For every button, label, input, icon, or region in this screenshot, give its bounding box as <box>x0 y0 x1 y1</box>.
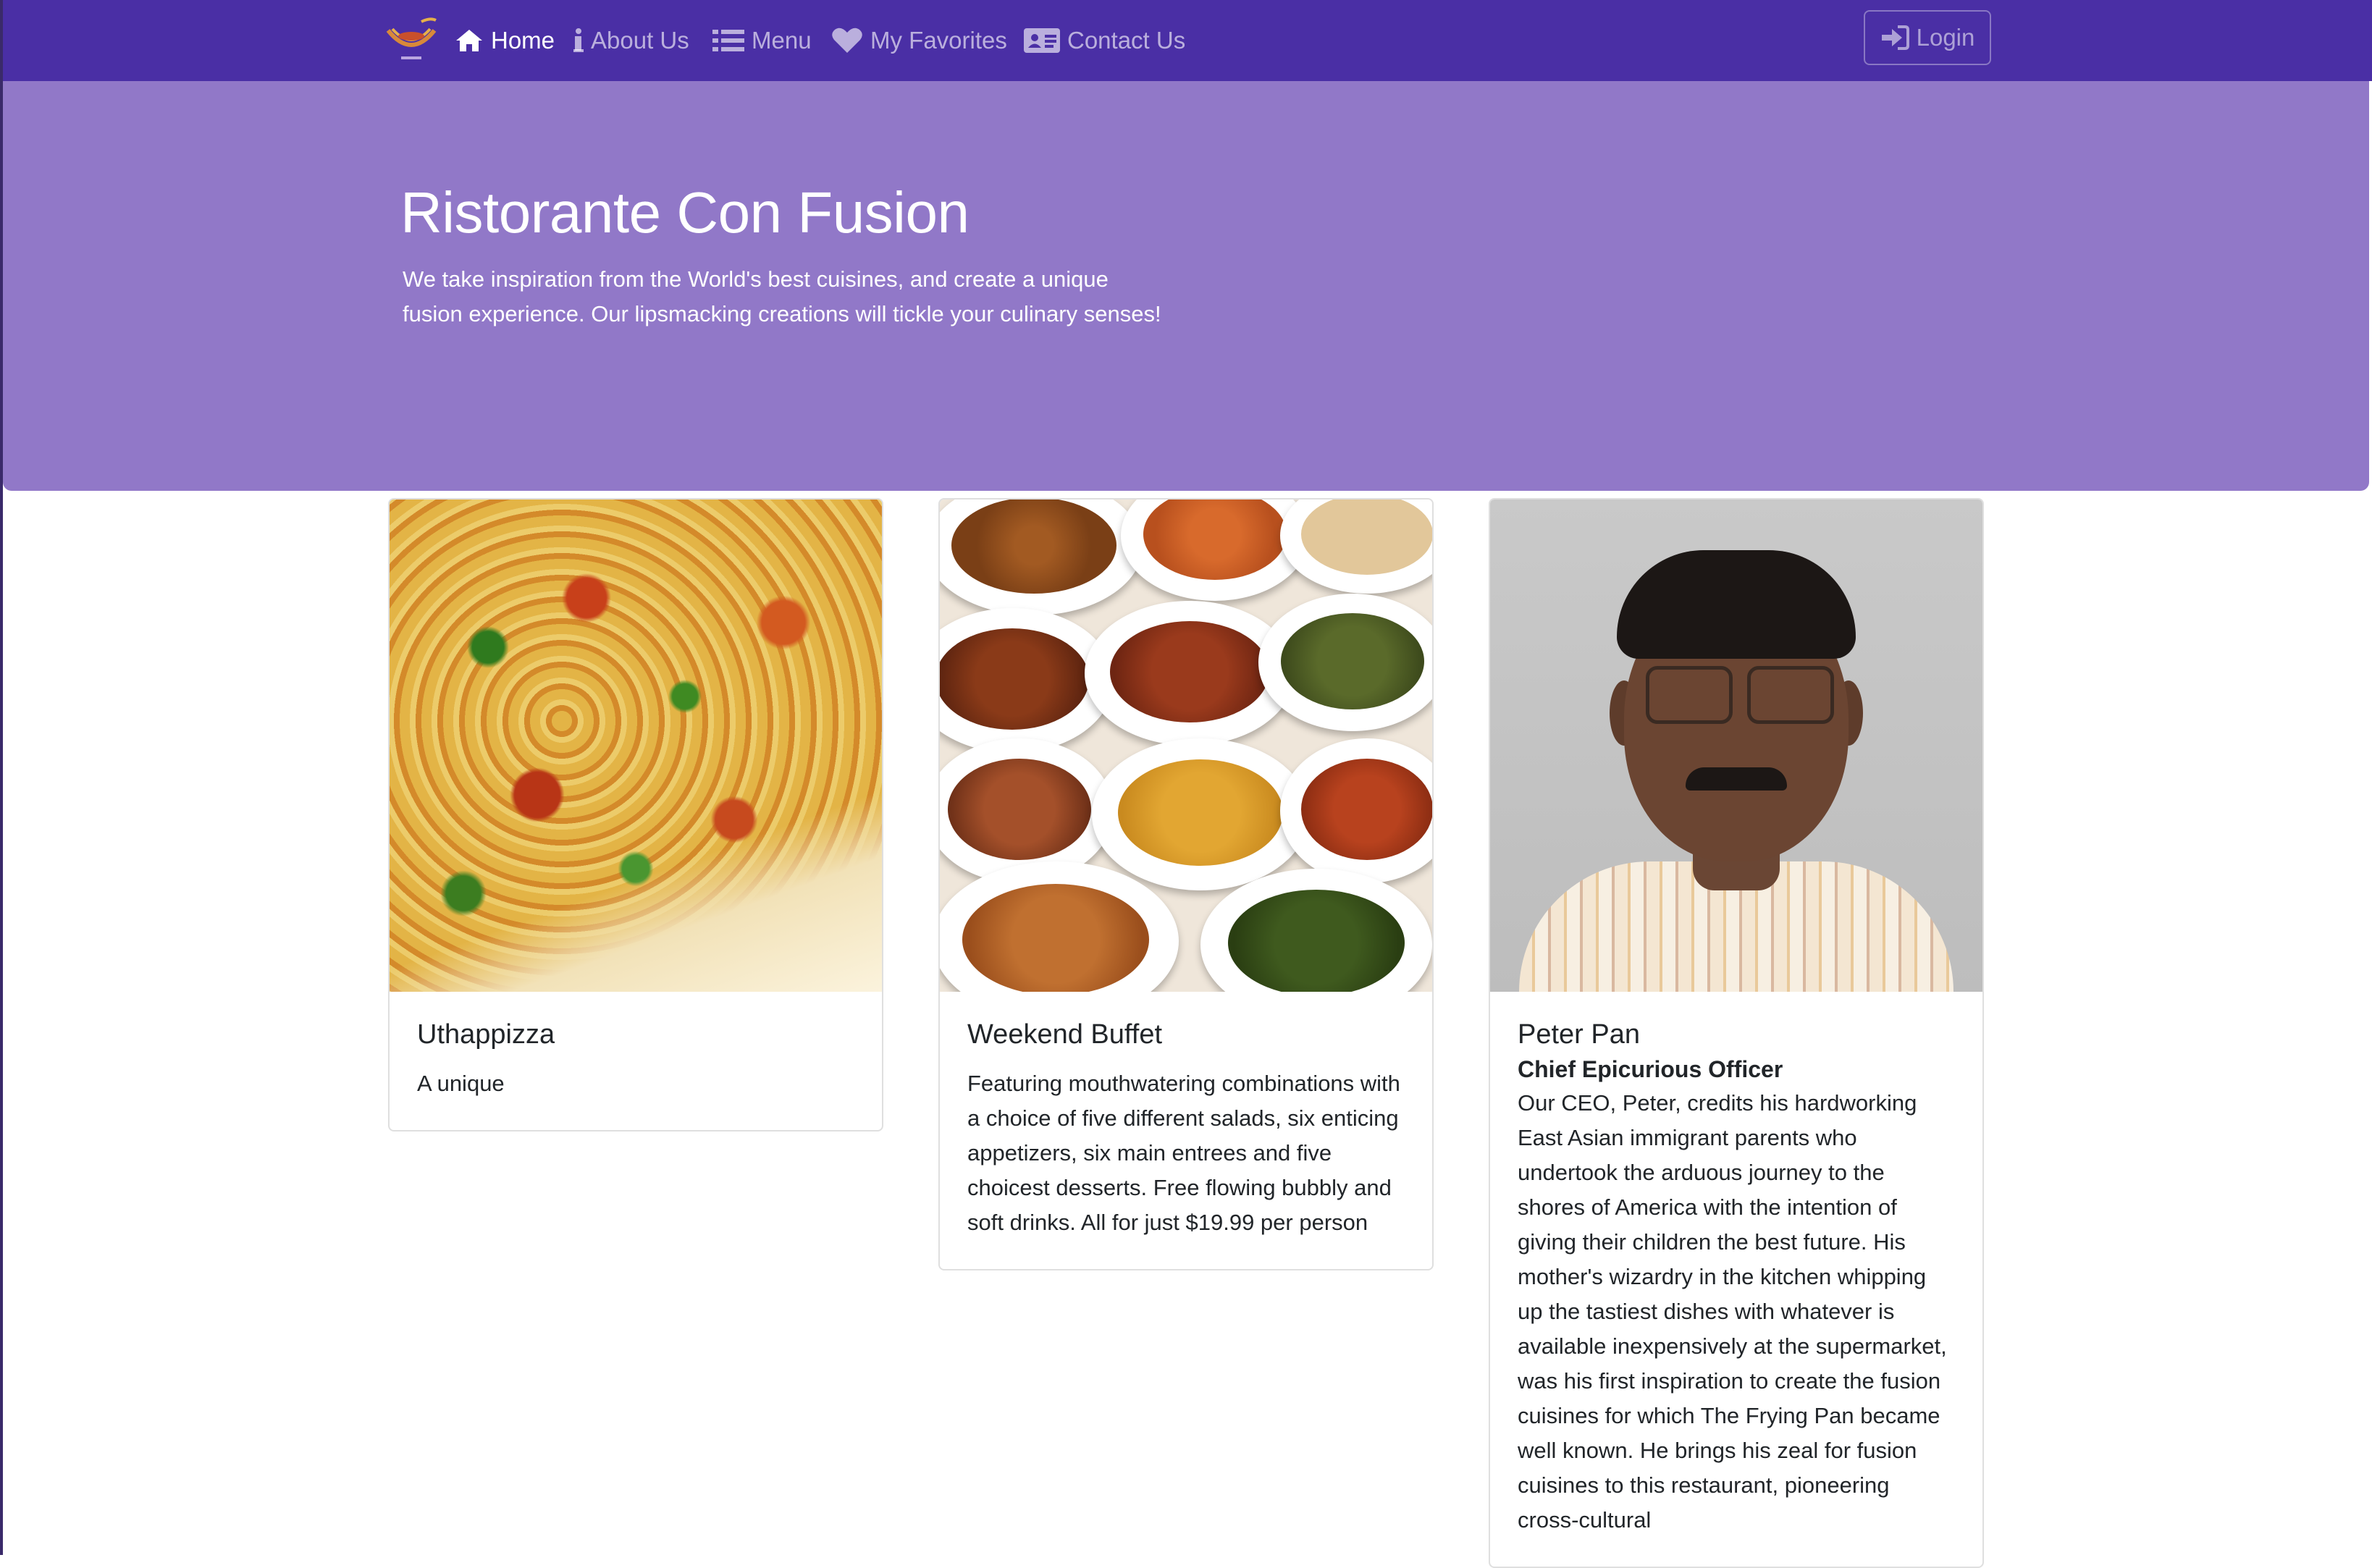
jumbotron <box>3 81 2369 491</box>
hero-description: We take inspiration from the World's bes… <box>403 266 1161 326</box>
nav-about-us[interactable]: About Us <box>573 20 689 61</box>
card-body: Peter Pan Chief Epicurious Officer Our C… <box>1490 992 1982 1567</box>
promotion-card: Weekend Buffet Featuring mouthwatering c… <box>938 498 1434 1270</box>
nav-home-label: Home <box>491 27 555 54</box>
list-icon <box>712 30 744 51</box>
nav-my-favorites[interactable]: My Favorites <box>831 20 1007 61</box>
address-card-icon <box>1024 28 1060 53</box>
dish-title: Uthappizza <box>417 1019 555 1050</box>
dish-description: A unique <box>417 1071 505 1096</box>
navbar: Home About Us Menu My Favorites Contact … <box>3 0 2372 81</box>
brand-logo[interactable] <box>382 14 440 65</box>
leader-description: Our CEO, Peter, credits his hardworking … <box>1518 1090 1947 1533</box>
nav-about-us-label: About Us <box>591 27 689 54</box>
leader-photo <box>1490 500 1982 992</box>
promotion-title: Weekend Buffet <box>967 1019 1163 1050</box>
nav-contact-us[interactable]: Contact Us <box>1024 20 1185 61</box>
heart-icon <box>832 28 862 53</box>
dish-card: Uthappizza A unique <box>388 498 883 1131</box>
nav-contact-us-label: Contact Us <box>1067 27 1186 54</box>
sign-in-icon <box>1881 25 1909 50</box>
card-body: Weekend Buffet Featuring mouthwatering c… <box>940 992 1432 1269</box>
login-label: Login <box>1916 24 1975 51</box>
dish-image <box>390 500 882 992</box>
leader-card: Peter Pan Chief Epicurious Officer Our C… <box>1489 498 1984 1568</box>
leader-name: Peter Pan <box>1518 1019 1640 1050</box>
promotion-image <box>940 500 1432 992</box>
info-icon <box>573 28 584 52</box>
nav-menu-label: Menu <box>752 27 812 54</box>
promotion-description: Featuring mouthwatering combinations wit… <box>967 1071 1400 1235</box>
nav-my-favorites-label: My Favorites <box>870 27 1007 54</box>
nav-menu[interactable]: Menu <box>712 20 812 61</box>
nav-home[interactable]: Home <box>455 20 555 61</box>
hero-title: Ristorante Con Fusion <box>400 180 970 245</box>
card-body: Uthappizza A unique <box>390 992 882 1130</box>
login-button[interactable]: Login <box>1864 10 1991 65</box>
leader-designation: Chief Epicurious Officer <box>1518 1056 1783 1082</box>
home-icon <box>456 30 482 51</box>
